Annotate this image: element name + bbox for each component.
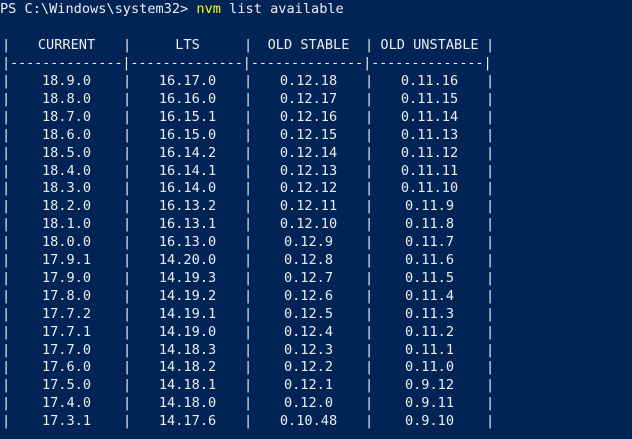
- cell-lts: 16.17.0: [158, 73, 217, 89]
- cell-old-unstable: 0.11.3: [404, 305, 455, 322]
- cell-current: 18.2.0: [41, 198, 92, 215]
- cell-current: 18.6.0: [41, 126, 92, 143]
- table-header-row: | CURRENT | LTS | OLD STABLE | OLD UNSTA…: [2, 37, 495, 53]
- cell-old-stable: 0.12.7: [283, 269, 334, 286]
- cell-old-unstable: 0.11.16: [400, 73, 459, 89]
- cell-old-stable: 0.12.10: [279, 216, 338, 233]
- cell-old-stable: 0.12.0: [283, 395, 334, 412]
- cell-lts: 14.19.1: [158, 305, 217, 322]
- cell-lts: 16.14.0: [158, 180, 217, 197]
- cell-lts: 16.13.2: [158, 198, 217, 215]
- cell-current: 17.7.2: [41, 305, 92, 322]
- cell-current: 17.3.1: [41, 413, 92, 430]
- cell-lts: 14.20.0: [158, 252, 217, 268]
- cell-old-stable: 0.12.15: [279, 126, 338, 143]
- cell-old-unstable: 0.9.11: [404, 395, 455, 412]
- cell-old-unstable: 0.11.9: [404, 198, 455, 215]
- cell-current: 18.3.0: [41, 180, 92, 197]
- cell-lts: 16.14.2: [158, 144, 217, 161]
- cell-current: 17.4.0: [41, 395, 92, 412]
- cell-current: 18.5.0: [41, 144, 92, 161]
- cell-current: 18.0.0: [41, 234, 92, 251]
- cell-lts: 16.15.1: [158, 108, 217, 125]
- cell-old-stable: 0.12.3: [283, 341, 334, 358]
- cell-old-unstable: 0.11.15: [400, 90, 459, 107]
- cell-current: 17.9.0: [41, 269, 92, 286]
- cell-old-stable: 0.12.6: [283, 287, 334, 304]
- powershell-console[interactable]: PS C:\Windows\system32> nvm list availab…: [0, 0, 632, 439]
- cell-old-unstable: 0.9.10: [404, 413, 455, 430]
- column-header-old-stable: OLD STABLE: [267, 37, 350, 53]
- cell-old-stable: 0.12.2: [283, 359, 334, 376]
- cell-lts: 16.13.0: [158, 234, 217, 251]
- cell-old-unstable: 0.11.14: [400, 108, 459, 125]
- cell-old-unstable: 0.11.2: [404, 323, 455, 340]
- cell-current: 17.7.1: [41, 323, 92, 340]
- cell-lts: 14.18.1: [158, 377, 217, 394]
- cell-old-stable: 0.12.12: [279, 180, 338, 197]
- cell-old-stable: 0.12.13: [279, 162, 338, 179]
- cell-old-unstable: 0.11.1: [404, 341, 455, 358]
- cell-current: 18.8.0: [41, 90, 92, 107]
- column-header-old-unstable: OLD UNSTABLE: [380, 37, 479, 53]
- column-header-lts: LTS: [175, 37, 200, 53]
- cell-current: 17.7.0: [41, 341, 92, 358]
- cell-old-stable: 0.12.8: [283, 252, 334, 268]
- cell-current: 17.6.0: [41, 359, 92, 376]
- cell-current: 17.8.0: [41, 287, 92, 304]
- cell-lts: 14.18.2: [158, 359, 217, 376]
- cell-lts: 16.13.1: [158, 216, 217, 233]
- cell-old-unstable: 0.9.12: [404, 377, 455, 394]
- cell-lts: 14.19.3: [158, 269, 217, 286]
- cell-old-stable: 0.10.48: [279, 413, 338, 430]
- cell-lts: 14.19.0: [158, 323, 217, 340]
- cell-lts: 14.18.3: [158, 341, 217, 358]
- cell-old-stable: 0.12.18: [279, 73, 338, 89]
- cell-old-unstable: 0.11.10: [400, 180, 459, 197]
- cell-lts: 16.15.0: [158, 126, 217, 143]
- cell-old-stable: 0.12.4: [283, 323, 334, 340]
- cell-current: 17.9.1: [41, 252, 92, 268]
- cell-old-stable: 0.12.9: [283, 234, 334, 251]
- cell-current: 18.7.0: [41, 108, 92, 125]
- cell-old-unstable: 0.11.11: [400, 162, 459, 179]
- cell-lts: 14.17.6: [158, 413, 217, 430]
- cell-old-stable: 0.12.17: [279, 90, 338, 107]
- table-separator: |--------------|--------------|---------…: [2, 55, 492, 71]
- cell-old-stable: 0.12.16: [279, 108, 338, 125]
- cell-lts: 16.14.1: [158, 162, 217, 179]
- cell-old-unstable: 0.11.13: [400, 126, 459, 143]
- cell-old-unstable: 0.11.4: [404, 287, 455, 304]
- cell-current: 18.1.0: [41, 216, 92, 233]
- cell-old-stable: 0.12.11: [279, 198, 338, 215]
- command-name: nvm: [196, 1, 221, 17]
- cell-old-unstable: 0.11.7: [404, 234, 455, 251]
- prompt-line: PS C:\Windows\system32> nvm list availab…: [0, 1, 344, 19]
- column-header-current: CURRENT: [37, 37, 96, 53]
- cell-current: 17.5.0: [41, 377, 92, 394]
- cell-current: 18.4.0: [41, 162, 92, 179]
- cell-old-stable: 0.12.5: [283, 305, 334, 322]
- cell-current: 18.9.0: [41, 73, 92, 89]
- cell-lts: 14.18.0: [158, 395, 217, 412]
- cell-old-stable: 0.12.1: [283, 377, 334, 394]
- cell-old-unstable: 0.11.0: [404, 359, 455, 376]
- cell-lts: 16.16.0: [158, 90, 217, 107]
- prompt-path: PS C:\Windows\system32>: [0, 1, 197, 17]
- cell-old-unstable: 0.11.8: [404, 216, 455, 233]
- cell-old-stable: 0.12.14: [279, 144, 338, 161]
- cell-old-unstable: 0.11.12: [400, 144, 459, 161]
- cell-old-unstable: 0.11.5: [404, 269, 455, 286]
- cell-old-unstable: 0.11.6: [404, 252, 455, 268]
- cell-lts: 14.19.2: [158, 287, 217, 304]
- command-arguments: list available: [220, 1, 344, 17]
